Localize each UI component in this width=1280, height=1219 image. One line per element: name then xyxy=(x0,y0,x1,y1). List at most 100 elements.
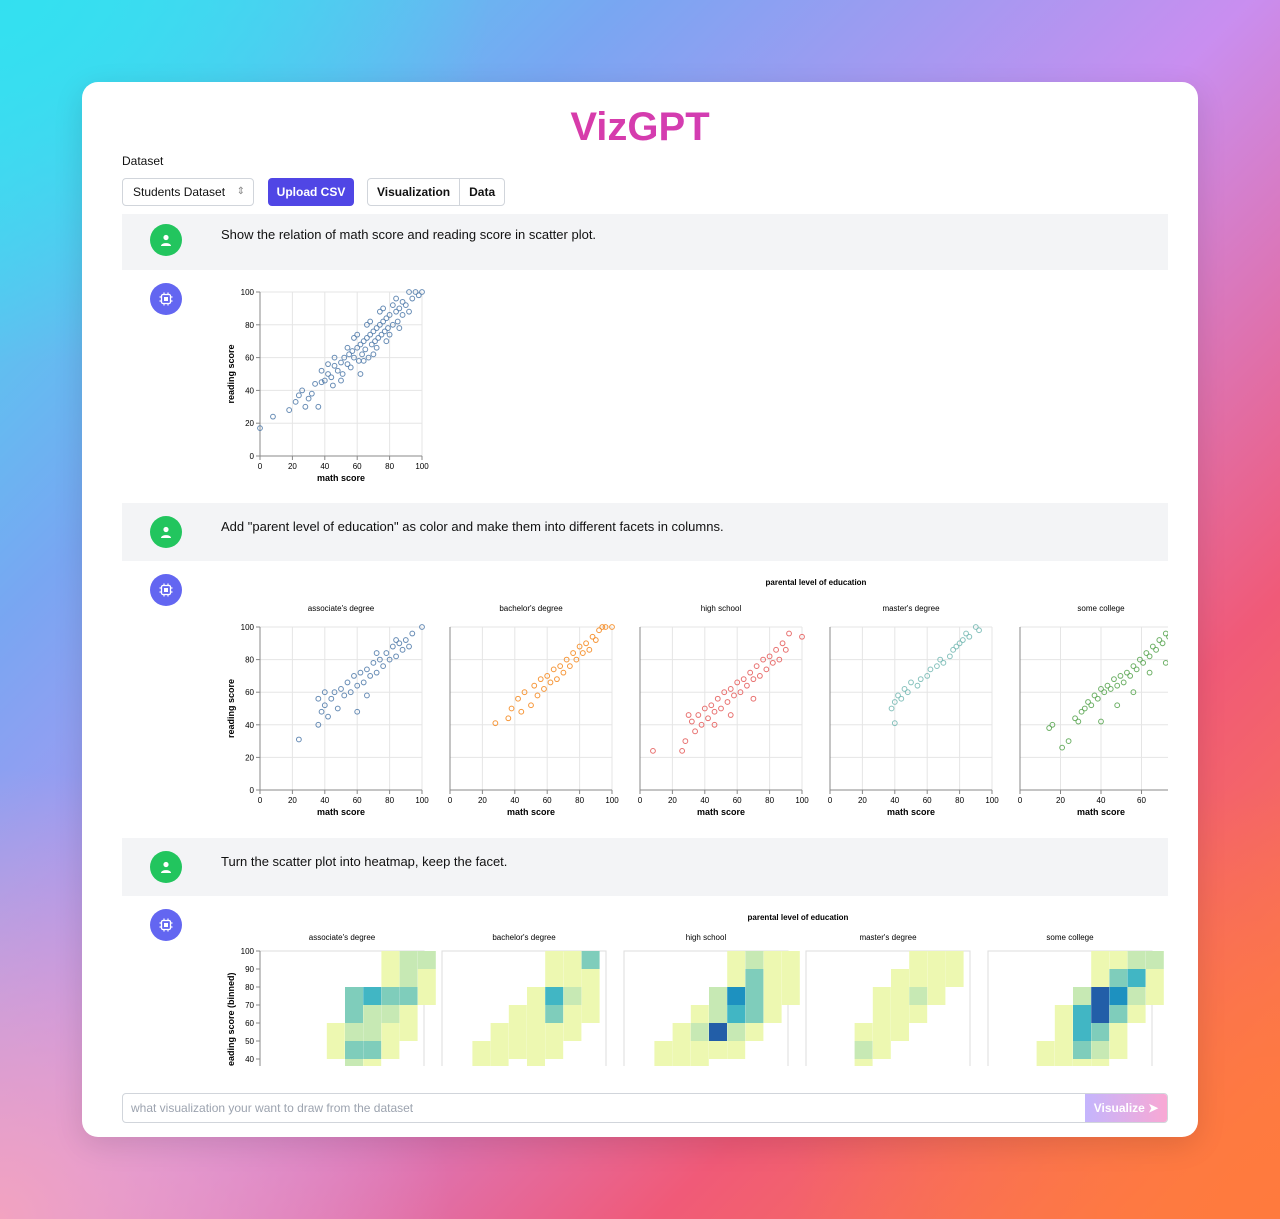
heat-cell xyxy=(891,987,909,1005)
data-point xyxy=(331,362,338,369)
x-tick-label: 20 xyxy=(478,796,487,805)
heat-cell xyxy=(417,951,436,969)
user-avatar-icon xyxy=(150,851,182,883)
heatmap-panel: master's degree xyxy=(805,933,971,1066)
heat-cell xyxy=(326,1041,345,1059)
y-tick-label: 80 xyxy=(245,656,254,665)
x-tick-label: 80 xyxy=(385,462,394,471)
x-tick-label: 40 xyxy=(320,462,329,471)
data-point xyxy=(940,659,947,666)
heat-cell xyxy=(508,1005,527,1023)
heat-cell xyxy=(1145,987,1164,1005)
upload-csv-button[interactable]: Upload CSV xyxy=(268,178,354,206)
data-point xyxy=(292,398,299,405)
data-point xyxy=(508,705,515,712)
data-point xyxy=(344,344,351,351)
data-point xyxy=(399,646,406,653)
data-point xyxy=(782,646,789,653)
heat-cell xyxy=(1091,1059,1110,1066)
scatter-panel: 0 20 40 60 80 100 math score high school xyxy=(638,604,809,817)
prompt-input[interactable] xyxy=(123,1094,1099,1122)
y-tick-label: 60 xyxy=(245,1019,254,1028)
facet-title: high school xyxy=(686,933,727,942)
heat-cell xyxy=(945,969,964,987)
x-tick-label: 60 xyxy=(923,796,932,805)
y-tick-label: 60 xyxy=(245,688,254,697)
data-point xyxy=(682,738,689,745)
data-point xyxy=(898,695,905,702)
heat-cell xyxy=(363,1059,382,1066)
y-tick-label: 40 xyxy=(245,386,254,395)
x-tick-label: 100 xyxy=(605,796,619,805)
heat-cell xyxy=(909,969,928,987)
data-point xyxy=(534,692,541,699)
chat-history[interactable]: Show the relation of math score and read… xyxy=(122,214,1168,1066)
data-point xyxy=(1065,738,1072,745)
data-point xyxy=(399,312,406,318)
data-point xyxy=(383,338,390,345)
data-point xyxy=(1075,718,1082,725)
data-point xyxy=(325,713,331,720)
heat-cell xyxy=(1127,951,1146,969)
x-tick-label: 100 xyxy=(795,796,809,805)
tab-data[interactable]: Data xyxy=(459,179,504,205)
x-tick-label: 60 xyxy=(353,462,362,471)
heat-cell xyxy=(1073,1005,1091,1023)
x-tick-label: 20 xyxy=(288,796,297,805)
heat-cell xyxy=(490,1023,509,1041)
data-point xyxy=(541,686,547,692)
heat-cell xyxy=(1127,1005,1146,1023)
heat-cell xyxy=(399,969,418,987)
heat-cell xyxy=(1091,987,1110,1005)
heat-cell xyxy=(563,1005,582,1023)
data-point xyxy=(966,633,973,640)
data-point xyxy=(339,371,346,377)
heat-cell xyxy=(472,1041,491,1059)
x-tick-label: 20 xyxy=(1056,796,1065,805)
data-point xyxy=(705,715,711,722)
data-point xyxy=(531,682,538,689)
x-tick-label: 60 xyxy=(543,796,552,805)
dataset-select[interactable]: Students Dataset ⇕ xyxy=(122,178,254,206)
heat-cell xyxy=(1073,987,1091,1005)
y-tick-label: 100 xyxy=(241,623,255,632)
faceted-heatmap-chart: parental level of education associate's d… xyxy=(226,913,1164,1066)
cpu-icon xyxy=(150,909,182,941)
heat-cell xyxy=(1109,1041,1128,1059)
x-tick-label: 80 xyxy=(385,796,394,805)
heat-cell xyxy=(909,987,928,1005)
heat-cell xyxy=(581,951,600,969)
tab-visualization[interactable]: Visualization xyxy=(368,179,459,205)
data-point xyxy=(373,669,380,676)
heat-cell xyxy=(709,987,727,1005)
data-point xyxy=(946,653,953,660)
heat-cell xyxy=(1036,1059,1055,1066)
heat-cell xyxy=(381,1023,400,1041)
heat-cell xyxy=(581,987,600,1005)
heat-cell xyxy=(672,1059,691,1066)
data-point xyxy=(1114,702,1121,709)
heat-cell xyxy=(472,1059,491,1066)
scatter-panel: 0 20 40 60 80 100 0 20 40 60 80 100 math score readin… xyxy=(226,288,429,483)
facet-title: master's degree xyxy=(882,604,940,613)
heat-cell xyxy=(745,969,764,987)
cpu-icon xyxy=(150,574,182,606)
heat-cell xyxy=(545,1005,564,1023)
heat-cell xyxy=(1054,1005,1073,1023)
y-tick-label: 80 xyxy=(245,321,254,330)
visualize-button[interactable]: Visualize ➤ xyxy=(1085,1094,1167,1122)
heat-cell xyxy=(1127,969,1146,987)
heatmap-panel: bachelor's degree xyxy=(441,933,607,1066)
data-point xyxy=(750,676,757,683)
heat-cell xyxy=(1109,951,1128,969)
heat-cell xyxy=(727,987,746,1005)
data-point xyxy=(744,682,750,689)
data-point xyxy=(380,663,387,670)
data-point xyxy=(409,295,416,302)
x-tick-label: 80 xyxy=(765,796,774,805)
heat-cell xyxy=(399,987,418,1005)
data-point xyxy=(547,679,554,686)
heat-cell xyxy=(909,1005,928,1023)
facet-title: bachelor's degree xyxy=(499,604,563,613)
heat-cell xyxy=(417,969,436,987)
